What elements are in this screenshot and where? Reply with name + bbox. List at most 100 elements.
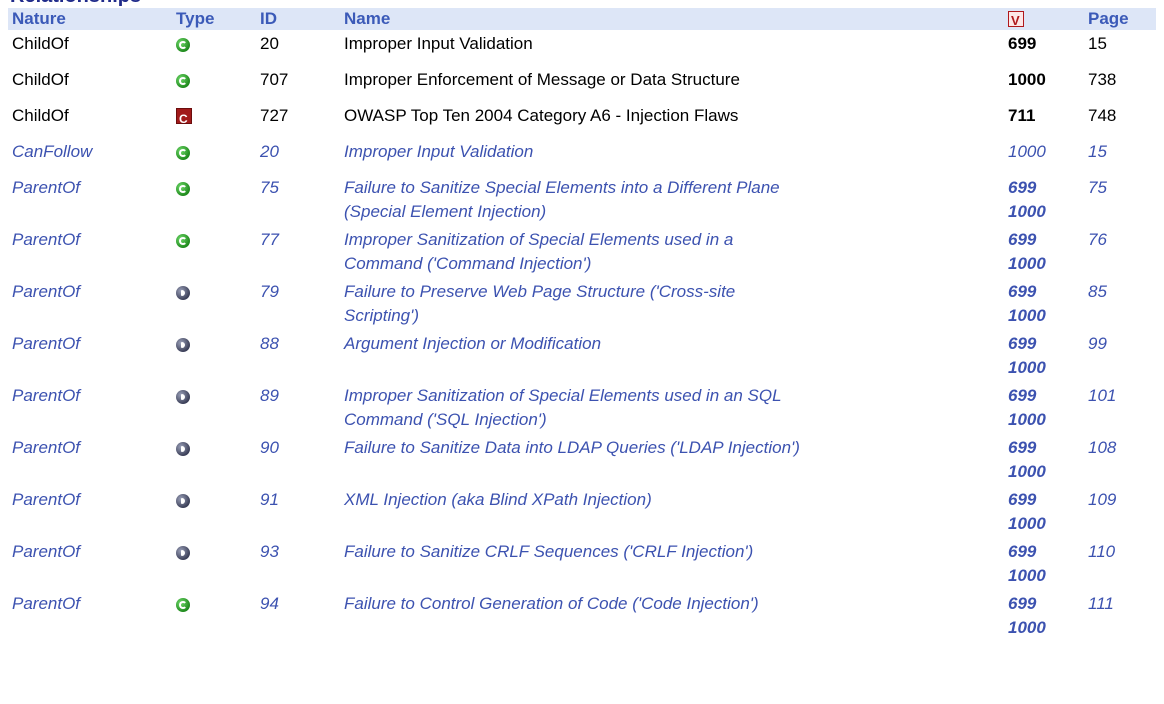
page-cell: 76 (1088, 230, 1107, 249)
name-link[interactable]: Failure to Control Generation of Code ('… (340, 590, 1004, 642)
name-link[interactable]: Failure to Sanitize CRLF Sequences ('CRL… (340, 538, 1004, 590)
page-cell: 748 (1088, 106, 1117, 125)
view-line: 1000 (1008, 462, 1046, 481)
id-cell[interactable]: 20 (256, 138, 340, 174)
view-cell: 699 1000 (1004, 278, 1084, 330)
id-cell: 727 (260, 106, 289, 125)
type-cell (172, 382, 256, 434)
id-cell: 707 (260, 70, 289, 89)
view-line: 1000 (1008, 254, 1046, 273)
table-row[interactable]: ParentOf 93 Failure to Sanitize CRLF Seq… (8, 538, 1156, 590)
type-cell (172, 66, 256, 102)
name-line: Failure to Control Generation of Code ('… (344, 594, 759, 613)
base-icon (176, 286, 190, 300)
id-cell[interactable]: 91 (256, 486, 340, 538)
name-cell: Improper Enforcement of Message or Data … (344, 70, 740, 89)
id-cell[interactable]: 79 (256, 278, 340, 330)
view-cell: 699 1000 (1004, 330, 1084, 382)
header-view (1004, 8, 1084, 32)
name-link[interactable]: Argument Injection or Modification (340, 330, 1004, 382)
page-cell: 738 (1088, 70, 1117, 89)
table-row[interactable]: ParentOf 89 Improper Sanitization of Spe… (8, 382, 1156, 434)
id-cell[interactable]: 89 (256, 382, 340, 434)
type-cell (172, 434, 256, 486)
base-icon (176, 338, 190, 352)
header-name: Name (344, 9, 391, 28)
view-cell: 1000 (1008, 70, 1046, 89)
name-link[interactable]: Failure to Sanitize Data into LDAP Queri… (340, 434, 1004, 486)
name-line: Improper Sanitization of Special Element… (344, 386, 782, 405)
id-cell[interactable]: 88 (256, 330, 340, 382)
type-cell (172, 278, 256, 330)
name-link[interactable]: Improper Sanitization of Special Element… (340, 226, 1004, 278)
class-icon (176, 234, 190, 248)
table-row[interactable]: ParentOf 91 XML Injection (aka Blind XPa… (8, 486, 1156, 538)
view-cell: 1000 (1008, 142, 1046, 161)
id-cell[interactable]: 94 (256, 590, 340, 642)
nature-cell: ParentOf (12, 282, 81, 301)
header-id: ID (260, 9, 277, 28)
page-cell: 15 (1088, 34, 1107, 53)
section-title: Relationships (10, 0, 141, 8)
view-cell: 699 1000 (1004, 226, 1084, 278)
view-line: 699 (1008, 438, 1037, 457)
table-row[interactable]: ParentOf 90 Failure to Sanitize Data int… (8, 434, 1156, 486)
base-icon (176, 546, 190, 560)
view-line: 699 (1008, 542, 1037, 561)
page-cell: 15 (1088, 142, 1107, 161)
class-icon (176, 182, 190, 196)
relationships-table: Nature Type ID Name Page ChildOf 20 Impr… (8, 8, 1156, 642)
id-cell[interactable]: 90 (256, 434, 340, 486)
class-icon (176, 598, 190, 612)
name-line: Failure to Preserve Web Page Structure (… (344, 282, 736, 301)
view-line: 699 (1008, 178, 1037, 197)
name-link[interactable]: Failure to Sanitize Special Elements int… (340, 174, 1004, 226)
nature-cell: ParentOf (12, 178, 81, 197)
name-link[interactable]: Improper Sanitization of Special Element… (340, 382, 1004, 434)
name-cell: Improper Input Validation (344, 34, 533, 53)
page-cell: 111 (1088, 594, 1114, 613)
table-row[interactable]: ParentOf 75 Failure to Sanitize Special … (8, 174, 1156, 226)
id-cell: 20 (260, 34, 279, 53)
view-line: 1000 (1008, 202, 1046, 221)
view-line: 699 (1008, 594, 1037, 613)
view-line: 1000 (1008, 618, 1046, 637)
view-cell: 699 1000 (1004, 590, 1084, 642)
name-link[interactable]: Failure to Preserve Web Page Structure (… (340, 278, 1004, 330)
id-cell[interactable]: 77 (256, 226, 340, 278)
view-line: 699 (1008, 386, 1037, 405)
table-header: Nature Type ID Name Page (8, 8, 1156, 32)
page-cell: 109 (1088, 490, 1117, 509)
nature-cell: ParentOf (12, 386, 81, 405)
table-row[interactable]: ParentOf 79 Failure to Preserve Web Page… (8, 278, 1156, 330)
base-icon (176, 442, 190, 456)
table-row[interactable]: ParentOf 88 Argument Injection or Modifi… (8, 330, 1156, 382)
view-cell: 699 1000 (1004, 174, 1084, 226)
header-type: Type (176, 9, 215, 28)
nature-cell: ChildOf (12, 106, 69, 125)
class-icon (176, 74, 190, 88)
table-row[interactable]: CanFollow 20 Improper Input Validation 1… (8, 138, 1156, 174)
id-cell[interactable]: 75 (256, 174, 340, 226)
view-cell: 699 1000 (1004, 382, 1084, 434)
view-line: 1000 (1008, 306, 1046, 325)
table-row[interactable]: ParentOf 77 Improper Sanitization of Spe… (8, 226, 1156, 278)
name-line: (Special Element Injection) (344, 202, 547, 221)
page-cell: 108 (1088, 438, 1117, 457)
view-line: 699 (1008, 334, 1037, 353)
table-row: ChildOf 707 Improper Enforcement of Mess… (8, 66, 1156, 102)
name-line: XML Injection (aka Blind XPath Injection… (344, 490, 652, 509)
name-link[interactable]: Improper Input Validation (340, 138, 1004, 174)
nature-cell: ChildOf (12, 70, 69, 89)
view-line: 699 (1008, 230, 1037, 249)
nature-cell: ParentOf (12, 490, 81, 509)
header-nature: Nature (12, 9, 66, 28)
nature-cell: CanFollow (12, 142, 93, 161)
name-link[interactable]: XML Injection (aka Blind XPath Injection… (340, 486, 1004, 538)
type-cell (172, 138, 256, 174)
page-cell: 85 (1088, 282, 1107, 301)
table-row[interactable]: ParentOf 94 Failure to Control Generatio… (8, 590, 1156, 642)
id-cell[interactable]: 93 (256, 538, 340, 590)
type-cell (172, 30, 256, 66)
table-row: ChildOf 20 Improper Input Validation 699… (8, 30, 1156, 66)
